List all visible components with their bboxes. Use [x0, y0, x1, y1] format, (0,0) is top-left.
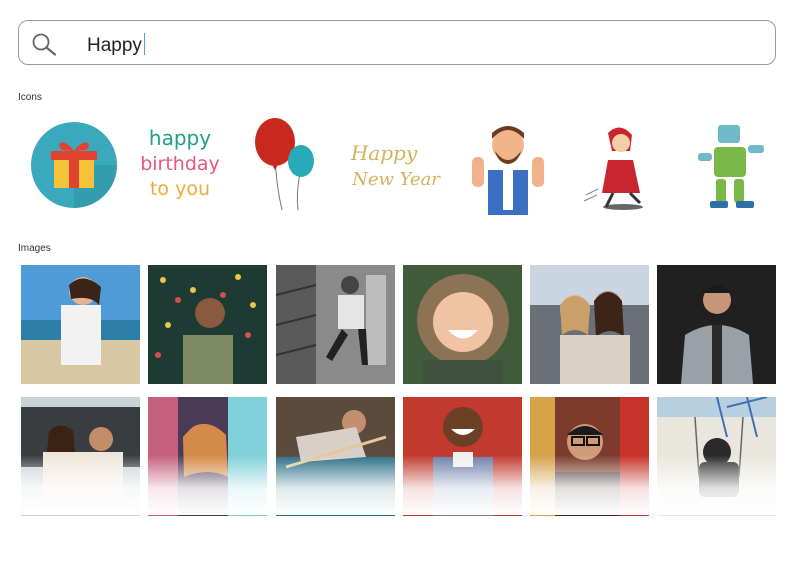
icons-section-title: Icons: [18, 92, 42, 103]
two-friends-photo[interactable]: [530, 265, 649, 384]
search-input[interactable]: Happy: [87, 33, 146, 57]
man-pool-table-photo[interactable]: [276, 397, 395, 516]
text-caret: [143, 33, 146, 55]
lettering-birthday: birthday: [140, 153, 220, 175]
man-with-glasses-photo[interactable]: [530, 397, 649, 516]
girls-in-car-trunk-photo[interactable]: [21, 397, 140, 516]
woman-neon-light-photo[interactable]: [148, 397, 267, 516]
girl-on-beach-photo[interactable]: [21, 265, 140, 384]
balloons-icon[interactable]: [240, 115, 340, 215]
lettering-to-you: to you: [150, 178, 210, 200]
happy-new-year-lettering-icon[interactable]: Happy New Year: [346, 115, 446, 215]
thumbs-up-man-icon[interactable]: [458, 115, 558, 215]
man-in-jacket-photo[interactable]: [657, 265, 776, 384]
lettering-happy: happy: [149, 126, 211, 150]
running-girl-icon[interactable]: [568, 115, 668, 215]
dancing-robot-icon[interactable]: [680, 115, 780, 215]
search-bar[interactable]: Happy: [18, 20, 776, 65]
man-in-confetti-photo[interactable]: [148, 265, 267, 384]
pug-on-swing-photo[interactable]: [657, 397, 776, 516]
search-icon: [31, 32, 57, 56]
gift-icon[interactable]: [24, 115, 124, 215]
lettering-happy: Happy: [350, 141, 418, 165]
child-in-fur-hood-photo[interactable]: [403, 265, 522, 384]
lettering-new-year: New Year: [351, 169, 441, 190]
smiling-woman-photo[interactable]: [403, 397, 522, 516]
happy-birthday-lettering-icon[interactable]: happy birthday to you: [132, 115, 232, 215]
images-section-title: Images: [18, 243, 51, 254]
man-jumping-bw-photo[interactable]: [276, 265, 395, 384]
